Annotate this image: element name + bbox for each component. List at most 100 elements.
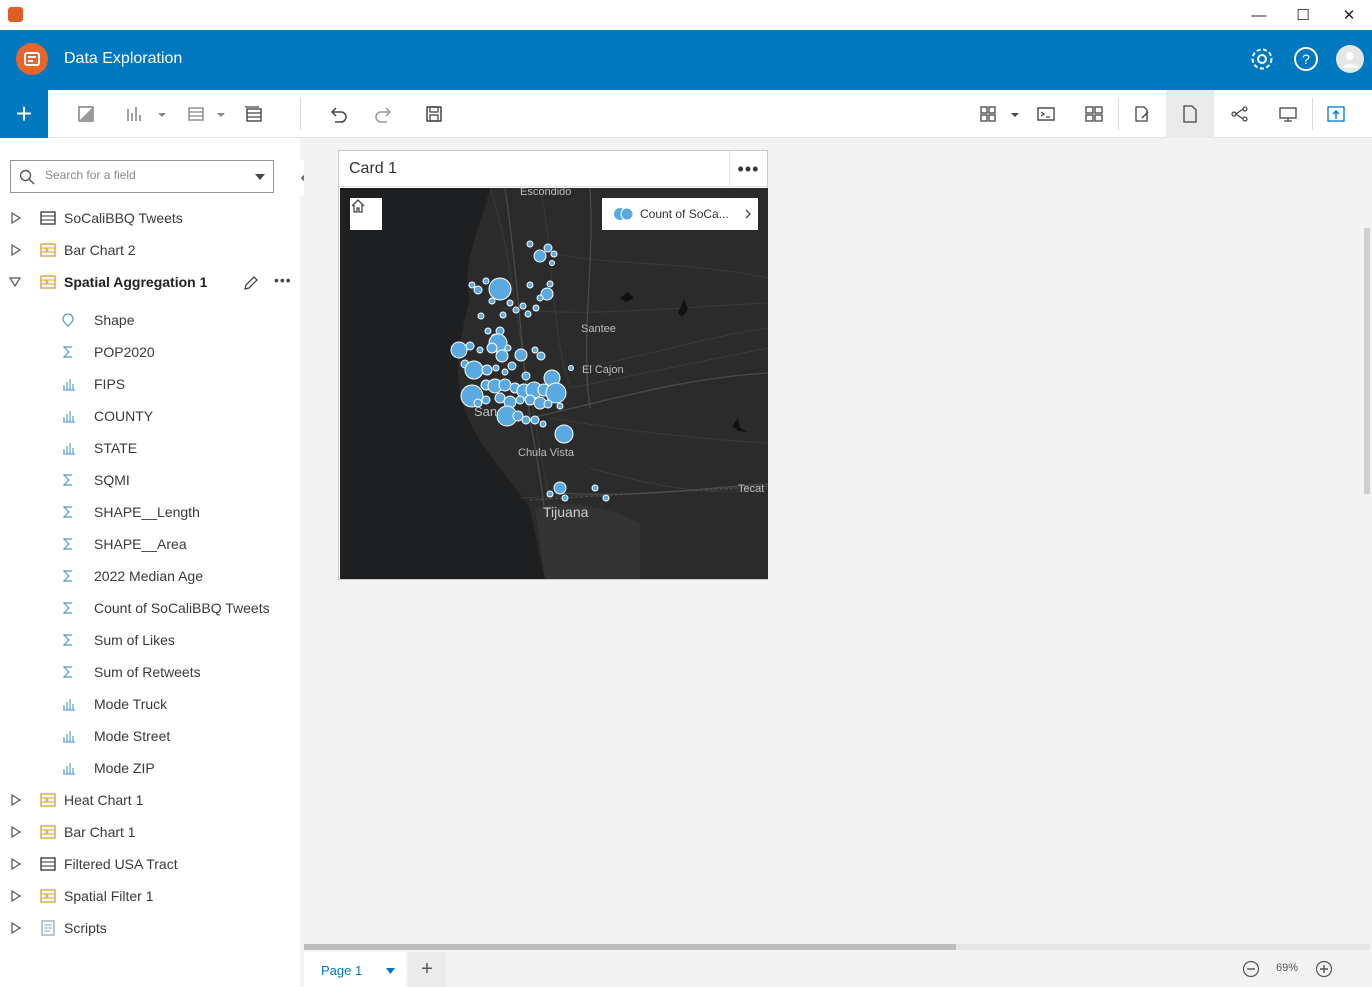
analysis-view-icon[interactable] [1226,100,1254,128]
field-row[interactable]: SHAPE__Length [0,496,300,528]
vertical-scrollbar[interactable] [1364,228,1370,494]
dataset-row-bar-chart-2[interactable]: Bar Chart 2 [0,234,300,266]
field-row[interactable]: POP2020 [0,336,300,368]
main-toolbar: + [0,90,1372,138]
field-row[interactable]: Count of SoCaliBBQ Tweets [0,592,300,624]
page-tab-label[interactable]: Page 1 [321,963,362,978]
toolbar-separator [1312,98,1313,130]
legend-toggle-button[interactable]: Count of SoCa... [602,198,758,230]
chevron-down-icon[interactable] [386,968,395,974]
sum-field-icon [62,665,74,679]
card-title[interactable]: Card 1 [349,160,397,178]
app-small-icon [8,7,23,22]
console-icon[interactable] [1032,100,1060,128]
dataset-label: SoCaliBBQ Tweets [64,210,183,226]
dataset-options-icon[interactable]: ••• [274,272,292,288]
string-field-icon [62,377,75,391]
field-label: Mode ZIP [94,760,155,776]
sum-field-icon [62,633,74,647]
zoom-level: 69% [1276,962,1299,974]
user-avatar[interactable] [1336,45,1364,73]
map-card[interactable]: Card 1 ••• Escondido Santee El Cajon San… [338,150,768,580]
field-label: 2022 Median Age [94,568,203,584]
field-label: Sum of Retweets [94,664,201,680]
field-row[interactable]: 2022 Median Age [0,560,300,592]
minimize-button[interactable]: — [1236,0,1282,30]
field-row[interactable]: Shape [0,304,300,336]
field-label: Mode Truck [94,696,168,712]
dataset-row-scripts[interactable]: Scripts [0,912,300,944]
field-row[interactable]: Mode Street [0,720,300,752]
add-data-button[interactable]: + [0,90,48,138]
field-row[interactable]: STATE [0,432,300,464]
settings-gear-icon[interactable] [1248,45,1276,73]
save-icon[interactable] [420,100,448,128]
field-row[interactable]: Sum of Retweets [0,656,300,688]
dataset-row-bar-chart-1[interactable]: Bar Chart 1 [0,816,300,848]
expand-arrow-icon[interactable] [10,212,22,224]
map-home-button[interactable] [350,198,382,230]
field-row[interactable]: SQMI [0,464,300,496]
table-icon [40,211,56,225]
summary-table-icon[interactable] [240,100,266,128]
maximize-button[interactable]: ☐ [1280,0,1326,30]
field-row[interactable]: Mode ZIP [0,752,300,784]
chart-menu-icon[interactable] [124,100,168,128]
sum-field-icon [62,537,74,551]
layout-menu-icon[interactable] [976,100,1022,128]
collapse-arrow-icon[interactable] [9,276,21,288]
map-view[interactable]: Escondido Santee El Cajon San Chula Vist… [340,188,768,579]
close-button[interactable]: ✕ [1326,0,1372,30]
field-row[interactable]: SHAPE__Area [0,528,300,560]
string-field-icon [62,409,75,423]
expand-arrow-icon[interactable] [10,858,22,870]
expand-arrow-icon[interactable] [10,890,22,902]
place-label-tecate: Tecat [738,483,765,495]
lake [620,292,634,302]
field-row[interactable]: Mode Truck [0,688,300,720]
app-header: Data Exploration ? [0,30,1372,90]
dataset-label: Scripts [64,920,107,936]
zoom-in-icon[interactable] [1315,960,1333,978]
arrange-cards-icon[interactable] [1080,100,1108,128]
card-header[interactable]: Card 1 ••• [339,151,767,187]
dataset-row-spatial-aggregation-1[interactable]: Spatial Aggregation 1 ••• [0,266,300,298]
expand-arrow-icon[interactable] [10,826,22,838]
rename-pencil-icon[interactable] [242,274,260,292]
search-input[interactable] [45,168,245,182]
share-export-icon[interactable] [1322,100,1350,128]
edit-page-icon[interactable] [1128,100,1156,128]
presentation-icon[interactable] [1274,100,1302,128]
add-page-button[interactable]: + [408,952,446,987]
help-icon[interactable]: ? [1292,45,1320,73]
field-label: Count of SoCaliBBQ Tweets [94,600,270,616]
field-row[interactable]: FIPS [0,368,300,400]
dataset-row-filtered-usa-tract[interactable]: Filtered USA Tract [0,848,300,880]
window-titlebar: — ☐ ✕ [0,0,1372,30]
undo-icon[interactable] [324,100,352,128]
card-options-button[interactable]: ••• [729,151,767,187]
map-visualization-icon[interactable] [72,100,100,128]
field-search-box[interactable] [10,160,274,193]
expand-arrow-icon[interactable] [10,794,22,806]
result-dataset-icon [40,793,56,807]
field-row[interactable]: COUNTY [0,400,300,432]
field-label: STATE [94,440,138,456]
field-label: Shape [94,312,135,328]
app-logo-icon [16,43,48,75]
dataset-row-socalibbq-tweets[interactable]: SoCaliBBQ Tweets [0,202,300,234]
zoom-out-icon[interactable] [1242,960,1260,978]
page-view-icon[interactable] [1166,90,1214,138]
expand-arrow-icon[interactable] [10,922,22,934]
chevron-right-icon [745,209,751,219]
field-label: POP2020 [94,344,155,360]
dataset-row-spatial-filter-1[interactable]: Spatial Filter 1 [0,880,300,912]
chevron-down-icon[interactable] [255,174,265,180]
redo-icon[interactable] [370,100,398,128]
page-tab[interactable]: Page 1 [304,952,406,987]
proportional-symbol-icon [614,207,634,221]
table-menu-icon[interactable] [186,100,230,128]
expand-arrow-icon[interactable] [10,244,22,256]
field-row[interactable]: Sum of Likes [0,624,300,656]
dataset-row-heat-chart-1[interactable]: Heat Chart 1 [0,784,300,816]
